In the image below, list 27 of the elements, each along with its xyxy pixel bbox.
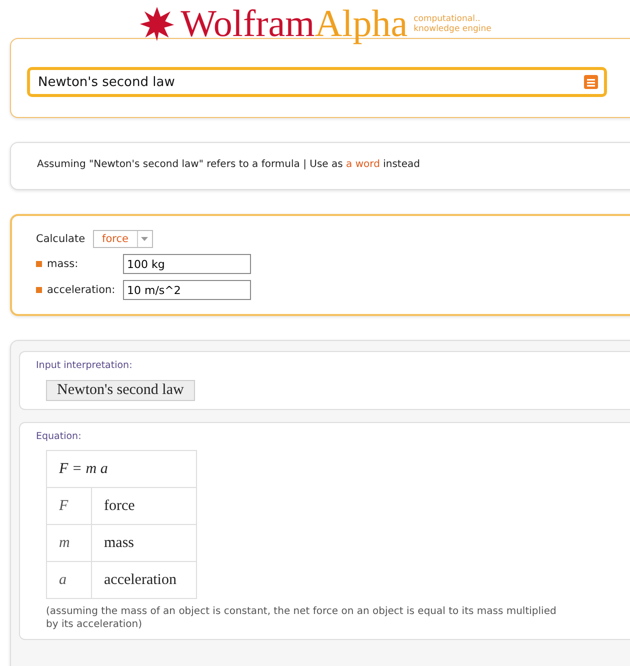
bullet-icon	[36, 261, 42, 267]
symbol-cell: F	[46, 488, 92, 524]
symbol-cell: a	[46, 562, 92, 598]
pod-title: Equation:	[36, 431, 82, 442]
parameter-input[interactable]: 100 kg	[123, 254, 251, 274]
interpretation-text: Newton's second law	[46, 380, 195, 401]
logo-star-icon	[138, 6, 175, 42]
search-field[interactable]: Newton's second law	[27, 67, 607, 97]
meaning-cell: force	[92, 488, 196, 524]
logo-tagline: computational.. knowledge engine	[414, 14, 492, 34]
caret-icon	[141, 237, 148, 241]
bullet-icon	[36, 287, 42, 293]
parameter-label: mass:	[47, 258, 80, 270]
formula-cell: F = m a	[46, 450, 196, 488]
symbol-cell: m	[46, 524, 92, 562]
calculate-label: Calculate	[36, 233, 86, 245]
pod-title: Input interpretation:	[36, 360, 134, 371]
logo-wordmark: WolframAlpha	[180, 4, 408, 44]
parameter-label: acceleration:	[47, 284, 116, 296]
parameter-input[interactable]: 10 m/s^2	[123, 280, 251, 300]
meaning-cell: mass	[92, 524, 196, 562]
word-link[interactable]: a word	[346, 159, 380, 170]
quantity-dropdown[interactable]: force	[93, 230, 152, 248]
assumption-text: Assuming "Newton's second law" refers to a formula | Use as a word instead	[37, 159, 420, 170]
equation-note: (assuming the mass of an object is constant, the net force on an object is equal to its mass multiplied by its acceleration)	[46, 605, 558, 631]
submit-icon[interactable]	[583, 74, 599, 90]
meaning-cell: acceleration	[92, 562, 196, 598]
